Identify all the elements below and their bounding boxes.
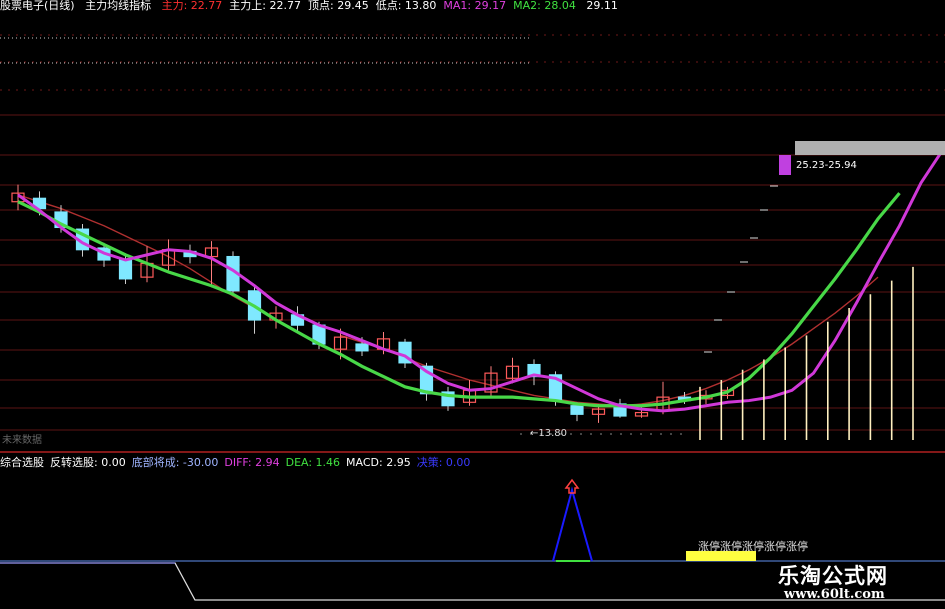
- ma3-line: [17, 194, 255, 309]
- future-data-label: 未来数据: [2, 435, 42, 446]
- signal-text: 涨停涨停涨停涨停涨停: [698, 540, 808, 553]
- chart-canvas: [0, 34, 945, 601]
- watermark-site-url: www.60lt.com: [784, 587, 885, 602]
- low-point-label: ←13.80: [530, 428, 568, 439]
- signal-triangle: [552, 486, 593, 562]
- stock-chart-window: { "header": { "name": "股票电子(日线)", "indic…: [0, 0, 945, 609]
- candle-body: [570, 405, 584, 415]
- target-range-bar: [795, 141, 945, 155]
- watermark-site-name: 乐淘公式网: [778, 564, 888, 588]
- ma2-line: [17, 192, 901, 408]
- target-range-label: 25.23-25.94: [796, 160, 857, 171]
- target-marker: [779, 155, 791, 175]
- ma1-line: [17, 149, 944, 413]
- candle-body: [355, 343, 369, 352]
- candle-body: [118, 259, 133, 280]
